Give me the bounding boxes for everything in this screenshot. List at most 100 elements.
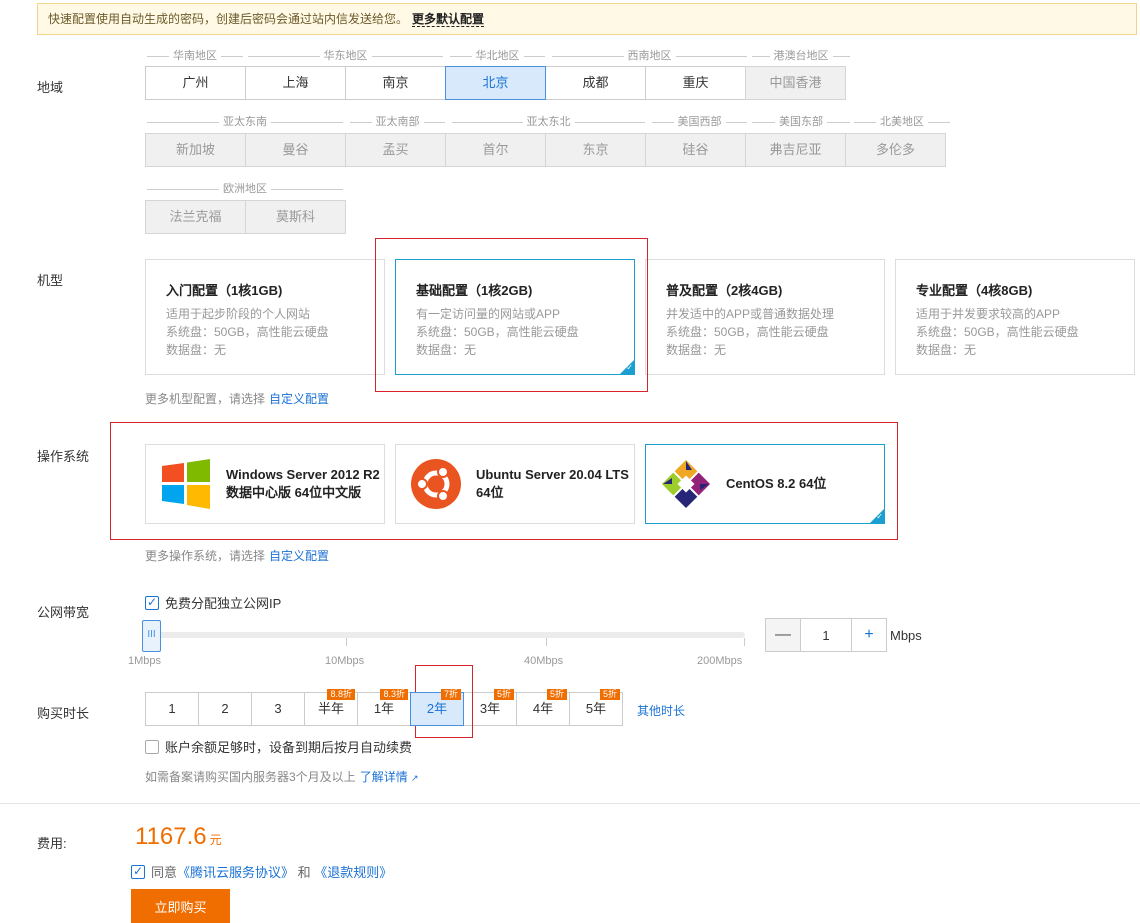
group-title-south-china: 华南地区	[147, 49, 243, 63]
slider-tick	[744, 638, 745, 646]
spec-system-disk: 系统盘：50GB，高性能云硬盘	[416, 325, 579, 339]
region-guangzhou[interactable]: 广州	[145, 66, 246, 100]
region-toronto[interactable]: 多伦多	[845, 133, 946, 167]
bandwidth-slider-track[interactable]	[145, 632, 745, 638]
slider-label-10mbps: 10Mbps	[325, 655, 365, 667]
duration-1-month[interactable]: 1	[145, 692, 199, 726]
region-hongkong[interactable]: 中国香港	[745, 66, 846, 100]
bandwidth-minus-button[interactable]: —	[765, 618, 801, 652]
spec-card-popular[interactable]: 普及配置（2核4GB) 并发适中的APP或普通数据处理 系统盘：50GB，高性能…	[645, 259, 885, 375]
model-custom-config-link[interactable]: 自定义配置	[269, 392, 329, 406]
section-divider	[0, 803, 1140, 804]
agree-checkbox[interactable]	[131, 864, 145, 879]
group-title-us-east: 美国东部	[752, 115, 850, 129]
region-beijing[interactable]: 北京	[445, 66, 546, 100]
ubuntu-logo-icon	[410, 458, 462, 510]
bandwidth-slider-handle[interactable]: III	[142, 620, 161, 652]
group-title-east-china: 华东地区	[248, 49, 443, 63]
service-agreement-link[interactable]: 《腾讯云服务协议》	[177, 865, 294, 880]
spec-desc: 并发适中的APP或普通数据处理	[666, 307, 835, 321]
region-moscow[interactable]: 莫斯科	[245, 200, 346, 234]
duration-half-year[interactable]: 半年 8.8折	[304, 689, 358, 726]
region-chongqing[interactable]: 重庆	[645, 66, 746, 100]
region-frankfurt[interactable]: 法兰克福	[145, 200, 246, 234]
bandwidth-plus-button[interactable]: +	[851, 618, 887, 652]
region-row-1: 广州 上海 南京 北京 成都 重庆 中国香港	[145, 66, 846, 100]
region-shanghai[interactable]: 上海	[245, 66, 346, 100]
region-silicon-valley[interactable]: 硅谷	[645, 133, 746, 167]
spec-desc: 适用于并发要求较高的APP	[916, 307, 1061, 321]
refund-rules-link[interactable]: 《退款规则》	[314, 865, 392, 880]
os-custom-config-link[interactable]: 自定义配置	[269, 549, 329, 563]
duration-2-months[interactable]: 2	[198, 692, 252, 726]
learn-more-link[interactable]: 了解详情 ↗	[360, 770, 419, 784]
region-singapore[interactable]: 新加坡	[145, 133, 246, 167]
spec-data-disk: 数据盘：无	[916, 343, 977, 357]
os-name: Ubuntu Server 20.04 LTS 64位	[476, 467, 629, 500]
os-hint: 更多操作系统，请选择 自定义配置	[145, 549, 330, 563]
region-row-3: 法兰克福 莫斯科	[145, 200, 346, 234]
duration-4-years[interactable]: 4年 5折	[516, 689, 570, 726]
centos-logo-icon	[660, 458, 712, 510]
duration-1-year[interactable]: 1年 8.3折	[357, 689, 411, 726]
region-virginia[interactable]: 弗吉尼亚	[745, 133, 846, 167]
price-amount: 1167.6 元	[135, 823, 222, 850]
spec-system-disk: 系统盘：50GB，高性能云硬盘	[916, 325, 1079, 339]
duration-3-years[interactable]: 3年 5折	[463, 689, 517, 726]
filing-hint: 如需备案请购买国内服务器3个月及以上 了解详情 ↗	[145, 770, 419, 784]
discount-badge: 5折	[546, 689, 567, 700]
auto-renew-checkbox[interactable]	[145, 740, 159, 754]
auto-renew-label: 账户余额足够时，设备到期后按月自动续费	[165, 740, 413, 755]
duration-5-years[interactable]: 5年 5折	[569, 689, 623, 726]
other-duration-link[interactable]: 其他时长	[637, 702, 685, 719]
spec-title: 入门配置（1核1GB)	[166, 283, 283, 298]
spec-card-starter[interactable]: 入门配置（1核1GB) 适用于起步阶段的个人网站 系统盘：50GB，高性能云硬盘…	[145, 259, 385, 375]
group-title-asia-pacific-southeast: 亚太东南	[147, 115, 343, 129]
spec-desc: 有一定访问量的网站或APP	[416, 307, 561, 321]
price-currency: 元	[209, 833, 222, 847]
agreement-row: 同意《腾讯云服务协议》 和 《退款规则》	[131, 862, 392, 881]
selected-check-icon	[620, 360, 634, 374]
discount-badge: 8.3折	[380, 689, 408, 700]
spec-data-disk: 数据盘：无	[666, 343, 727, 357]
buy-now-button[interactable]: 立即购买	[131, 889, 230, 923]
bandwidth-input[interactable]	[801, 618, 851, 652]
bandwidth-label: 公网带宽	[37, 605, 90, 620]
region-nanjing[interactable]: 南京	[345, 66, 446, 100]
region-chengdu[interactable]: 成都	[545, 66, 646, 100]
spec-system-disk: 系统盘：50GB，高性能云硬盘	[166, 325, 329, 339]
spec-data-disk: 数据盘：无	[416, 343, 477, 357]
group-title-southwest-china: 西南地区	[552, 49, 747, 63]
slider-label-40mbps: 40Mbps	[524, 655, 564, 667]
spec-title: 普及配置（2核4GB)	[666, 283, 783, 298]
region-bangkok[interactable]: 曼谷	[245, 133, 346, 167]
discount-badge: 5折	[599, 689, 620, 700]
auto-renew-option[interactable]: 账户余额足够时，设备到期后按月自动续费	[145, 737, 412, 756]
spec-title: 基础配置（1核2GB)	[416, 283, 533, 298]
duration-3-months[interactable]: 3	[251, 692, 305, 726]
notice-bar: 快速配置使用自动生成的密码，创建后密码会通过站内信发送给您。 更多默认配置	[37, 3, 1137, 35]
bandwidth-stepper: — +	[765, 618, 887, 652]
spec-card-basic[interactable]: 基础配置（1核2GB) 有一定访问量的网站或APP 系统盘：50GB，高性能云硬…	[395, 259, 635, 375]
spec-card-professional[interactable]: 专业配置（4核8GB) 适用于并发要求较高的APP 系统盘：50GB，高性能云硬…	[895, 259, 1135, 375]
spec-title: 专业配置（4核8GB)	[916, 283, 1033, 298]
windows-logo-icon	[160, 458, 212, 510]
public-ip-checkbox[interactable]	[145, 595, 159, 610]
spec-desc: 适用于起步阶段的个人网站	[166, 307, 311, 321]
os-card-centos[interactable]: CentOS 8.2 64位	[645, 444, 885, 524]
region-tokyo[interactable]: 东京	[545, 133, 646, 167]
discount-badge: 8.8折	[327, 689, 355, 700]
region-seoul[interactable]: 首尔	[445, 133, 546, 167]
region-row-2: 新加坡 曼谷 孟买 首尔 东京 硅谷 弗吉尼亚 多伦多	[145, 133, 946, 167]
bandwidth-unit: Mbps	[890, 628, 922, 643]
group-title-europe: 欧洲地区	[147, 182, 343, 196]
os-card-ubuntu[interactable]: Ubuntu Server 20.04 LTS 64位	[395, 444, 635, 524]
region-mumbai[interactable]: 孟买	[345, 133, 446, 167]
public-ip-option[interactable]: 免费分配独立公网IP	[145, 593, 281, 612]
os-card-windows[interactable]: Windows Server 2012 R2 数据中心版 64位中文版	[145, 444, 385, 524]
more-default-config-link[interactable]: 更多默认配置	[412, 12, 485, 27]
duration-2-years[interactable]: 2年 7折	[410, 689, 464, 726]
slider-label-200mbps: 200Mbps	[697, 655, 743, 667]
slider-label-1mbps: 1Mbps	[128, 655, 162, 667]
group-title-asia-pacific-northeast: 亚太东北	[452, 115, 645, 129]
